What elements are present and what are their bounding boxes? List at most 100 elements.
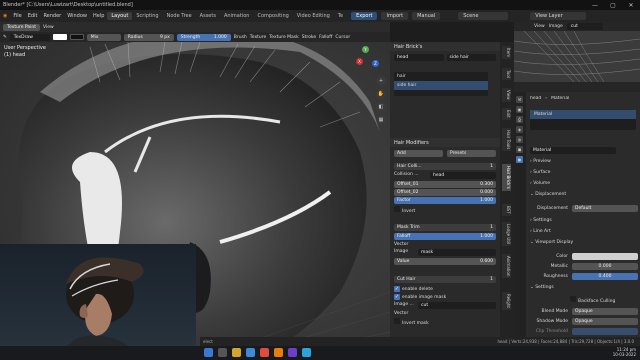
hair-list-item-0[interactable]: hair xyxy=(394,72,488,81)
clock[interactable]: 11:24 pm 10-03-2022 xyxy=(590,347,636,357)
material-icon[interactable]: ● xyxy=(516,156,523,163)
falloff-field[interactable]: Falloff 1.000 xyxy=(394,233,496,240)
pan-hand-icon[interactable]: ✋ xyxy=(376,89,386,99)
tab-hair-tools[interactable]: Hair Tools xyxy=(502,128,511,152)
brush-name-field[interactable]: TexDraw xyxy=(9,33,50,41)
image-editor[interactable]: View Image cut xyxy=(513,22,640,83)
tab-edit[interactable]: Edit xyxy=(502,108,511,120)
maximize-button[interactable]: ▢ xyxy=(604,2,622,9)
render-icon[interactable]: ▣ xyxy=(516,106,523,113)
tab-relight[interactable]: Relight xyxy=(502,292,511,310)
section-preview[interactable]: › Preview xyxy=(530,159,638,170)
image-editor-image-menu[interactable]: Image xyxy=(549,24,563,29)
world-icon[interactable]: ◍ xyxy=(516,136,523,143)
radius-field[interactable]: Radius 9 px xyxy=(123,33,174,41)
menu-cursor[interactable]: Cursor xyxy=(335,35,350,40)
hair-bricks-header[interactable]: Hair Brick's xyxy=(390,42,500,51)
mod1-name[interactable]: Hair Colli... xyxy=(397,164,422,169)
chrome-icon[interactable] xyxy=(260,348,269,357)
mode-selector[interactable]: Texture Paint xyxy=(3,23,41,31)
color-field[interactable] xyxy=(572,252,638,260)
gizmo-z-axis[interactable]: Z xyxy=(372,60,379,67)
menu-window[interactable]: Window xyxy=(64,13,90,19)
menu-file[interactable]: File xyxy=(10,13,24,19)
offset1-field[interactable]: Offset_01 0.300 xyxy=(394,181,496,188)
object-icon[interactable]: ◼ xyxy=(516,146,523,153)
blender-logo-icon[interactable]: ◉ xyxy=(0,13,10,19)
menu-help[interactable]: Help xyxy=(90,13,107,19)
add-modifier-button[interactable]: Add xyxy=(394,150,443,157)
clip-threshold-field[interactable] xyxy=(572,327,638,335)
section-line-art[interactable]: › Line Art xyxy=(530,229,638,240)
factor-field[interactable]: Factor 1.000 xyxy=(394,197,496,204)
section-displacement[interactable]: ⌄ Displacement xyxy=(530,192,638,203)
tab-scripting[interactable]: Scripting xyxy=(132,12,162,20)
tab-assets[interactable]: Assets xyxy=(196,12,220,20)
cut-image-field[interactable]: cut xyxy=(418,302,496,309)
tab-bst[interactable]: BST xyxy=(502,204,511,216)
export-button[interactable]: Export xyxy=(351,12,378,20)
blender-taskbar-icon[interactable] xyxy=(274,348,283,357)
image-editor-view-menu[interactable]: View xyxy=(534,24,545,29)
tab-animation[interactable]: Animation xyxy=(220,12,254,20)
view-layer-selector[interactable]: View Layer xyxy=(530,12,587,20)
tab-video-editing[interactable]: Video Editing xyxy=(293,12,334,20)
tab-hair-bricks[interactable]: Hair Brick's xyxy=(502,164,511,191)
invert-checkbox[interactable] xyxy=(394,206,400,212)
material-name-field[interactable]: Material xyxy=(530,147,616,154)
camera-icon[interactable]: ◧ xyxy=(376,102,386,112)
hair-object-field[interactable]: head xyxy=(394,54,444,61)
tab-lodge-util[interactable]: Lodge Util xyxy=(502,222,511,247)
manual-button[interactable]: Manual xyxy=(412,12,441,20)
menu-brush[interactable]: Brush xyxy=(234,35,247,40)
start-icon[interactable] xyxy=(204,348,213,357)
tab-animation[interactable]: Animation xyxy=(502,254,511,279)
mask-image-field[interactable]: mask xyxy=(418,249,496,256)
blend-mode-select[interactable]: Mix xyxy=(86,33,121,41)
grid-icon[interactable]: ▦ xyxy=(376,115,386,125)
offset2-field[interactable]: Offset_02 0.000 xyxy=(394,189,496,196)
image-name-field[interactable]: cut xyxy=(566,23,603,30)
zoom-icon[interactable]: + xyxy=(376,76,386,86)
view-menu[interactable]: View xyxy=(43,25,54,30)
section-surface[interactable]: › Surface xyxy=(530,170,638,181)
roughness-field[interactable]: 0.400 xyxy=(572,272,638,280)
color-swatch-primary[interactable] xyxy=(52,34,67,40)
section-volume[interactable]: › Volume xyxy=(530,181,638,192)
tab-compositing[interactable]: Compositing xyxy=(253,12,292,20)
tab-node-tree[interactable]: Node Tree xyxy=(163,12,196,20)
section-viewport-display[interactable]: ⌄ Viewport Display xyxy=(530,240,638,251)
displacement-select[interactable]: Default xyxy=(572,205,638,212)
minimize-button[interactable]: — xyxy=(586,2,604,9)
strength-field[interactable]: Strength 1.000 xyxy=(176,33,231,41)
collision-object-field[interactable]: head xyxy=(430,172,496,179)
hair-list-item-1[interactable]: side hair xyxy=(394,81,488,90)
hair-modifiers-header[interactable]: Hair Modifiers xyxy=(390,138,500,147)
search-icon[interactable] xyxy=(218,348,227,357)
mod2-name[interactable]: Mask Trim xyxy=(397,225,420,230)
app-icon[interactable] xyxy=(288,348,297,357)
enable-mask-checkbox[interactable]: ✓ xyxy=(394,294,400,300)
blend-mode-select[interactable]: Opaque xyxy=(572,307,638,315)
hair-object2-field[interactable]: side hair xyxy=(446,54,496,61)
gizmo-y-axis[interactable]: Y xyxy=(362,46,369,53)
enable-delete-checkbox[interactable]: ✓ xyxy=(394,286,400,292)
import-button[interactable]: Import xyxy=(381,12,409,20)
tab-more[interactable]: Te xyxy=(334,12,347,20)
backface-checkbox[interactable] xyxy=(570,296,576,302)
mod3-name[interactable]: Cut Hair xyxy=(397,277,415,282)
edge-icon[interactable] xyxy=(246,348,255,357)
menu-edit[interactable]: Edit xyxy=(25,13,41,19)
section-settings[interactable]: › Settings xyxy=(530,218,638,229)
metallic-field[interactable]: 0.000 xyxy=(572,262,638,270)
menu-texture[interactable]: Texture xyxy=(250,35,266,40)
tab-view[interactable]: View xyxy=(502,88,511,102)
menu-render[interactable]: Render xyxy=(40,13,64,19)
menu-texture-mask[interactable]: Texture Mask xyxy=(269,35,299,40)
material-slot-item[interactable]: Material xyxy=(530,110,636,119)
menu-falloff[interactable]: Falloff xyxy=(319,35,332,40)
output-icon[interactable]: ⎙ xyxy=(516,116,523,123)
explorer-icon[interactable] xyxy=(232,348,241,357)
scene-icon[interactable]: ◈ xyxy=(516,126,523,133)
tool-icon[interactable]: ⚒ xyxy=(516,96,523,103)
